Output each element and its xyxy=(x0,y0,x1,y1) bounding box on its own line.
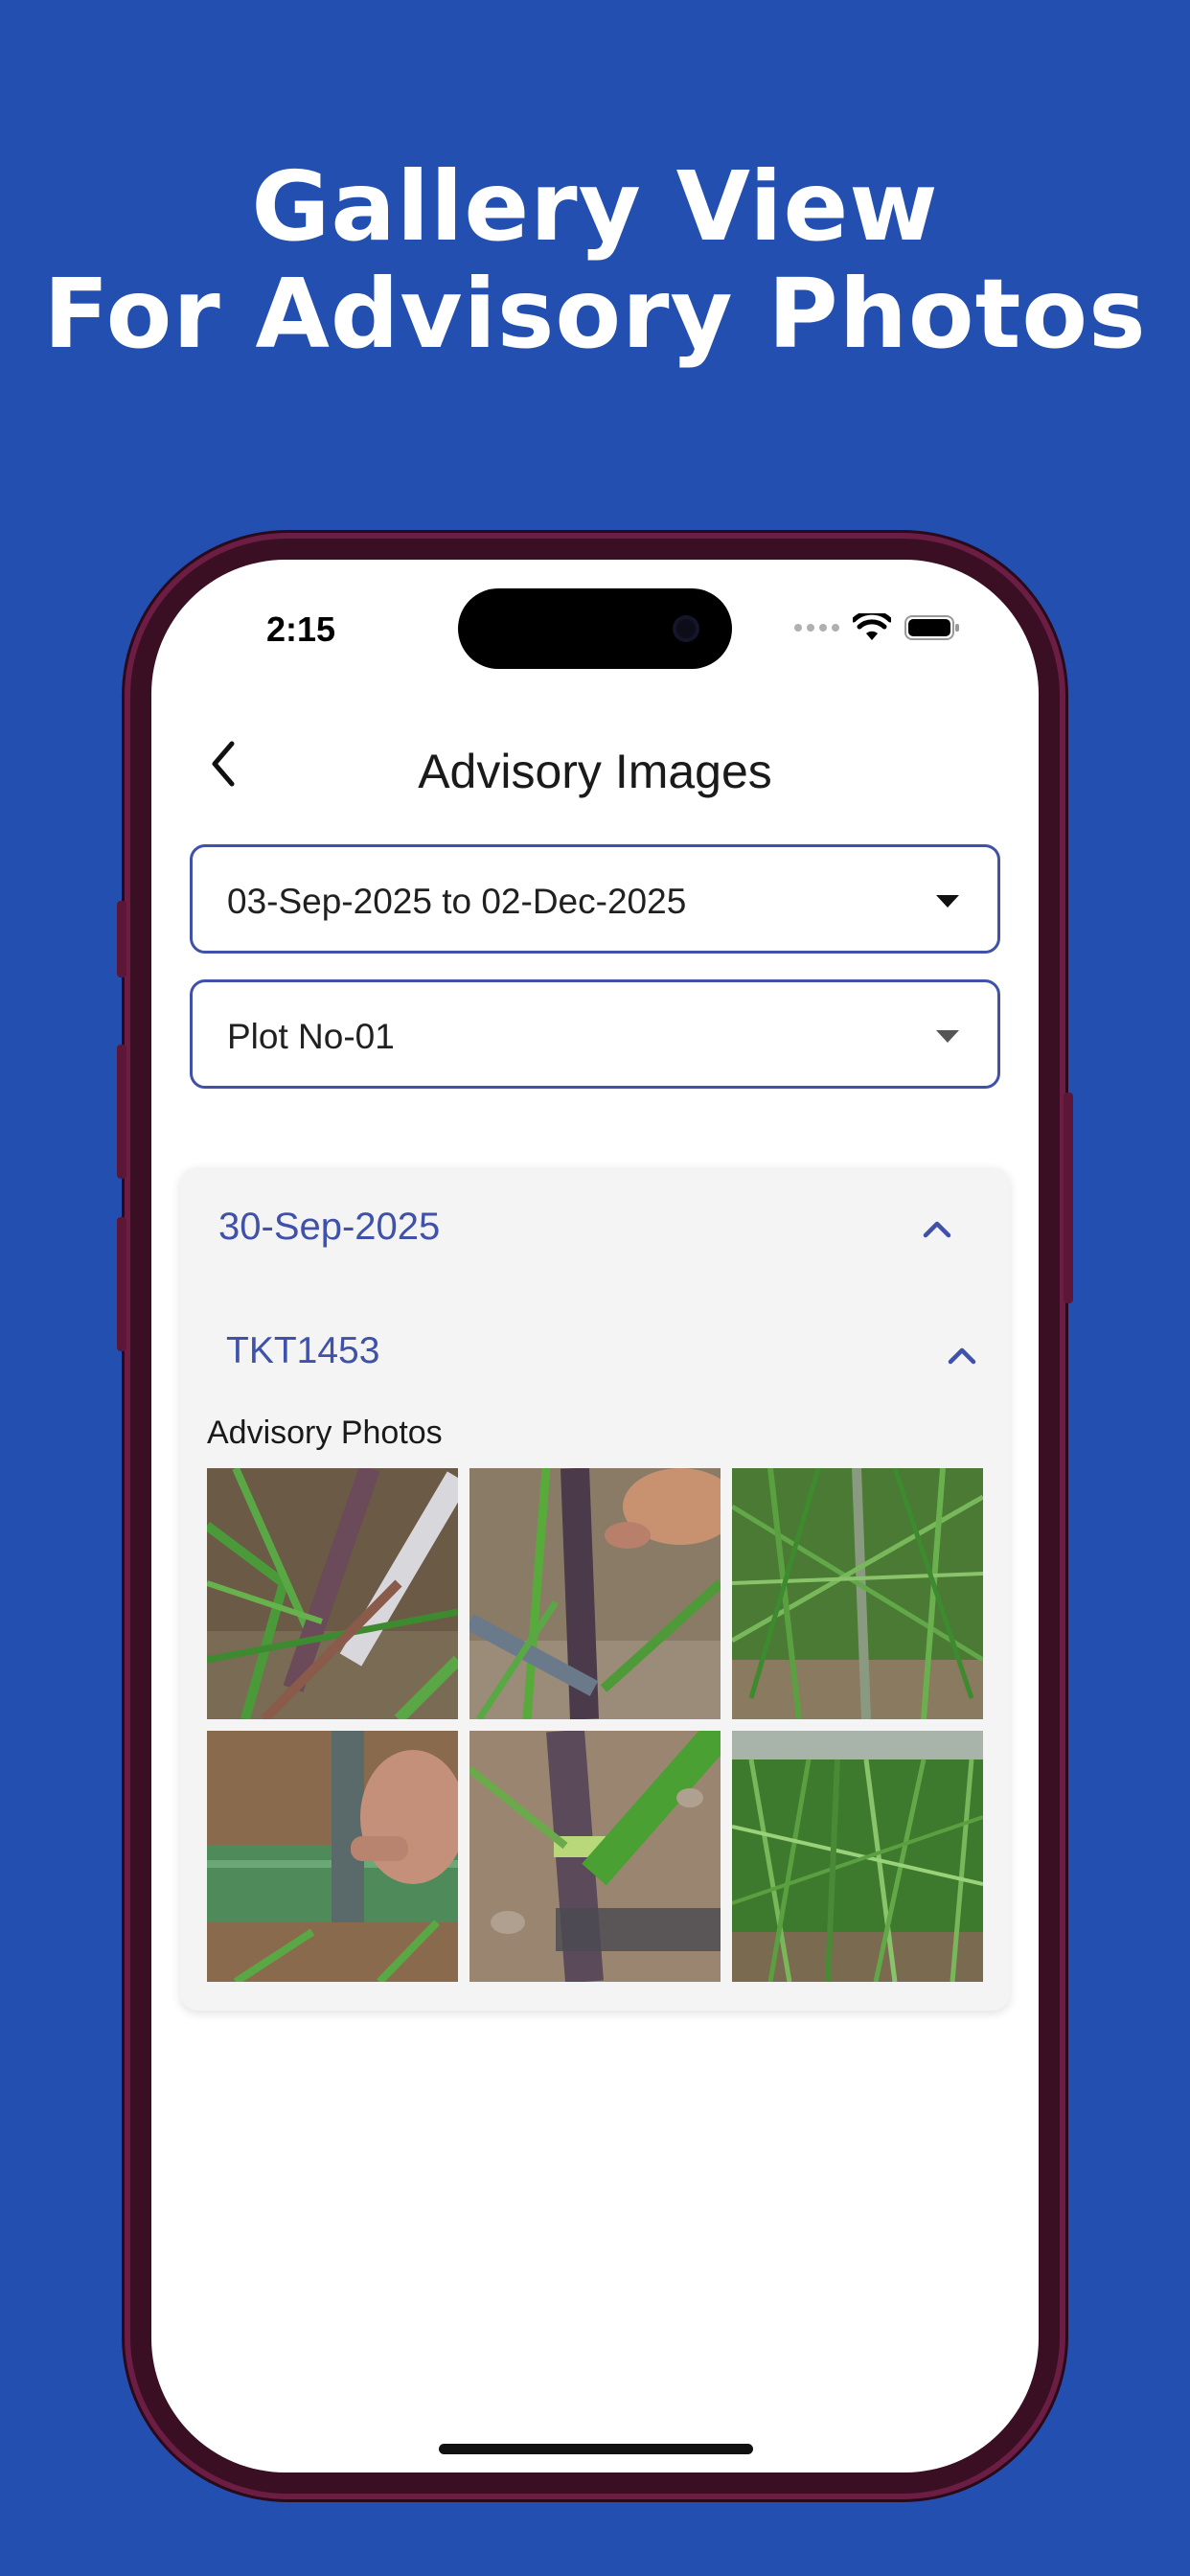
advisory-date: 30-Sep-2025 xyxy=(218,1206,441,1248)
plot-value: Plot No-01 xyxy=(227,1017,395,1056)
hand-holding-cane-stalk-photo[interactable] xyxy=(469,1468,721,1719)
battery-icon xyxy=(904,615,959,640)
cane-node-closeup-photo[interactable] xyxy=(469,1731,721,1982)
ticket-group-header[interactable]: TKT1453 xyxy=(180,1301,1010,1397)
power-button xyxy=(1064,1092,1073,1303)
navigation-bar: Advisory Images xyxy=(151,713,1039,818)
dynamic-island xyxy=(458,588,732,669)
chevron-up-icon xyxy=(948,1347,976,1365)
cane-measured-with-tape-photo[interactable] xyxy=(207,1731,458,1982)
dense-cane-field-photo[interactable] xyxy=(732,1731,983,1982)
photo-grid xyxy=(207,1468,983,1982)
ticket-id: TKT1453 xyxy=(226,1330,380,1371)
advisory-photos-label: Advisory Photos xyxy=(207,1414,443,1451)
wifi-icon xyxy=(853,613,891,640)
date-range-dropdown[interactable]: 03-Sep-2025 to 02-Dec-2025 xyxy=(190,844,1000,954)
date-range-value: 03-Sep-2025 to 02-Dec-2025 xyxy=(227,882,687,921)
headline-line-1: Gallery View xyxy=(251,150,939,263)
action-button xyxy=(117,901,126,978)
promo-headline: Gallery View For Advisory Photos xyxy=(0,153,1190,368)
caret-down-icon xyxy=(936,895,959,908)
volume-down-button xyxy=(117,1217,126,1351)
page-title: Advisory Images xyxy=(418,745,772,798)
plot-dropdown[interactable]: Plot No-01 xyxy=(190,979,1000,1089)
date-group-header[interactable]: 30-Sep-2025 xyxy=(180,1167,1010,1273)
status-time: 2:15 xyxy=(266,610,336,649)
caret-down-icon xyxy=(936,1030,959,1043)
headline-line-2: For Advisory Photos xyxy=(43,258,1147,370)
green-cane-field-photo[interactable] xyxy=(732,1468,983,1719)
phone-screen: 2:15 Advisory Images 03-Sep-2025 to 02-D… xyxy=(151,560,1039,2472)
chevron-up-icon xyxy=(923,1221,951,1238)
signal-icon xyxy=(794,624,839,632)
status-icons xyxy=(794,613,962,642)
volume-up-button xyxy=(117,1045,126,1179)
advisory-date-card: 30-Sep-2025 TKT1453 Advisory Photos xyxy=(180,1167,1010,2011)
home-indicator[interactable] xyxy=(439,2444,753,2454)
sugarcane-stalk-with-ruler-photo[interactable] xyxy=(207,1468,458,1719)
